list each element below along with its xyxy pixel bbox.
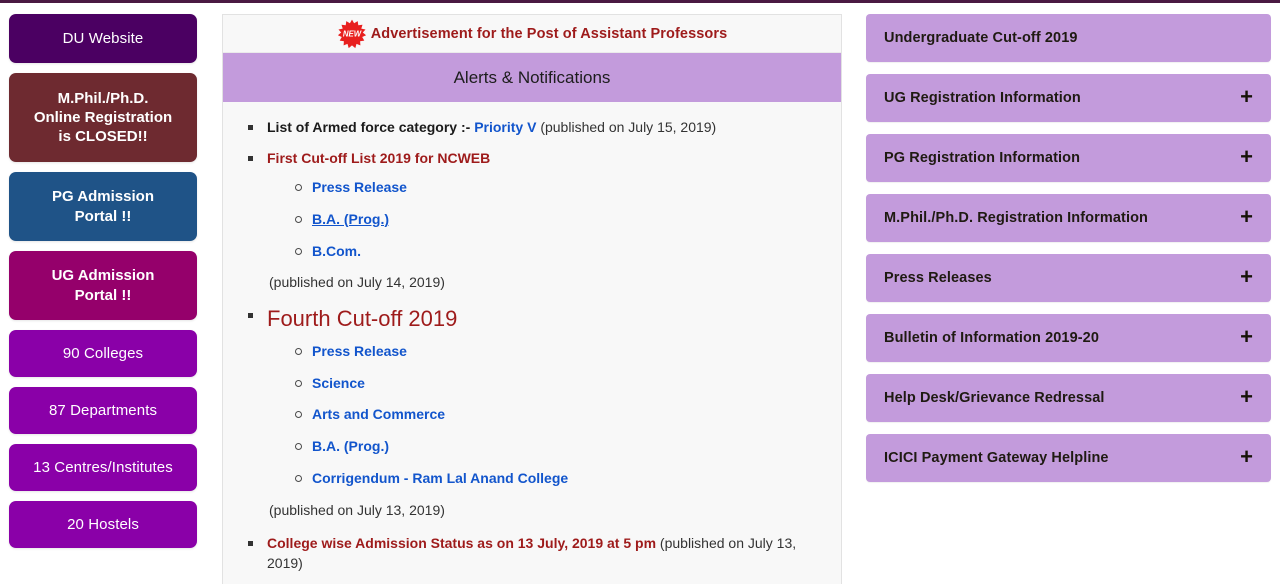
notification-armed-force-category: List of Armed force category :- Priority…	[245, 118, 819, 138]
notification-first-cutoff-ncweb: First Cut-off List 2019 for NCWEB Press R…	[245, 149, 819, 293]
sidebar-btn-90-colleges[interactable]: 90 Colleges	[9, 330, 197, 377]
accordion-item-label: UG Registration Information	[884, 90, 1240, 106]
notification-sublist: Press Release Science Arts and Commerce B.A…	[267, 342, 819, 489]
link-fourth-science[interactable]: Science	[312, 375, 365, 391]
notification-sublist-item: Press Release	[293, 178, 819, 198]
plus-icon[interactable]: +	[1240, 146, 1253, 168]
notification-sublist: Press Release B.A. (Prog.) B.Com.	[267, 178, 819, 262]
sidebar-btn-mphil-phd-registration[interactable]: M.Phil./Ph.D. Online Registration is CLO…	[9, 73, 197, 162]
plus-icon[interactable]: +	[1240, 326, 1253, 348]
notification-text: College wise Admission Status as on 13 J…	[267, 535, 656, 551]
accordion-mphil-phd-registration-information[interactable]: M.Phil./Ph.D. Registration Information+	[866, 194, 1271, 242]
notification-fourth-cutoff-2019: Fourth Cut-off 2019 Press Release Science A…	[245, 306, 819, 521]
notification-published-note: (published on July 13, 2019)	[269, 501, 819, 521]
accordion-item-label: M.Phil./Ph.D. Registration Information	[884, 210, 1240, 226]
sidebar-btn-label: UG Admission Portal !!	[15, 266, 191, 304]
plus-icon[interactable]: +	[1240, 266, 1253, 288]
right-accordion-panel: Undergraduate Cut-off 2019+UG Registrati…	[866, 14, 1271, 494]
link-fourth-press-release[interactable]: Press Release	[312, 343, 407, 359]
accordion-bulletin-of-information[interactable]: Bulletin of Information 2019-20+	[866, 314, 1271, 362]
notifications-container: List of Armed force category :- Priority…	[223, 102, 841, 584]
accordion-item-label: Press Releases	[884, 270, 1240, 286]
sidebar-btn-du-website[interactable]: DU Website	[9, 14, 197, 63]
accordion-item-label: Help Desk/Grievance Redressal	[884, 390, 1240, 406]
notification-heading: Fourth Cut-off 2019	[267, 306, 457, 332]
alerts-panel: NEW Advertisement for the Post of Assist…	[222, 14, 842, 584]
alerts-notifications-header: Alerts & Notifications	[223, 53, 841, 102]
accordion-item-label: PG Registration Information	[884, 150, 1240, 166]
notifications-list: List of Armed force category :- Priority…	[245, 118, 819, 584]
link-ncweb-bcom[interactable]: B.Com.	[312, 243, 361, 259]
advertisement-text: Advertisement for the Post of Assistant …	[371, 26, 728, 42]
new-starburst-icon: NEW	[337, 19, 367, 49]
notification-sublist-item: Press Release	[293, 342, 819, 362]
link-ncweb-press-release[interactable]: Press Release	[312, 179, 407, 195]
notification-sublist-item: Science	[293, 374, 819, 394]
sidebar-btn-ug-admission-portal[interactable]: UG Admission Portal !!	[9, 251, 197, 320]
sidebar-btn-pg-admission-portal[interactable]: PG Admission Portal !!	[9, 172, 197, 241]
plus-icon[interactable]: +	[1240, 446, 1253, 468]
accordion-press-releases[interactable]: Press Releases+	[866, 254, 1271, 302]
notification-sublist-item: Arts and Commerce	[293, 405, 819, 425]
notification-text: (published on July 15, 2019)	[536, 119, 716, 135]
notification-heading: First Cut-off List 2019 for NCWEB	[267, 150, 490, 166]
plus-icon[interactable]: +	[1240, 86, 1253, 108]
sidebar-btn-label: 13 Centres/Institutes	[15, 458, 191, 477]
sidebar-btn-label: PG Admission Portal !!	[15, 187, 191, 225]
notification-text: List of Armed force category :-	[267, 119, 474, 135]
accordion-help-desk-grievance-redressal[interactable]: Help Desk/Grievance Redressal+	[866, 374, 1271, 422]
alerts-notifications-title: Alerts & Notifications	[454, 68, 611, 88]
link-fourth-arts-commerce[interactable]: Arts and Commerce	[312, 406, 445, 422]
advertisement-banner[interactable]: NEW Advertisement for the Post of Assist…	[223, 15, 841, 53]
sidebar-btn-13-centres-institutes[interactable]: 13 Centres/Institutes	[9, 444, 197, 491]
accordion-item-label: Undergraduate Cut-off 2019	[884, 30, 1240, 46]
new-badge-text: NEW	[343, 29, 362, 38]
accordion-icici-payment-gateway-helpline[interactable]: ICICI Payment Gateway Helpline+	[866, 434, 1271, 482]
link-fourth-corrigendum-rlac[interactable]: Corrigendum - Ram Lal Anand College	[312, 470, 568, 486]
link-ncweb-ba-prog[interactable]: B.A. (Prog.)	[312, 211, 389, 227]
accordion-item-label: Bulletin of Information 2019-20	[884, 330, 1240, 346]
plus-icon[interactable]: +	[1240, 206, 1253, 228]
link-fourth-ba-prog[interactable]: B.A. (Prog.)	[312, 438, 389, 454]
notification-published-note: (published on July 14, 2019)	[269, 273, 819, 293]
sidebar-btn-label: 90 Colleges	[15, 344, 191, 363]
accordion-ug-registration-information[interactable]: UG Registration Information+	[866, 74, 1271, 122]
notification-sublist-item: B.A. (Prog.)	[293, 210, 819, 230]
plus-icon[interactable]: +	[1240, 386, 1253, 408]
sidebar-btn-label: 20 Hostels	[15, 515, 191, 534]
notification-college-wise-admission-status: College wise Admission Status as on 13 J…	[245, 534, 819, 574]
accordion-item-label: ICICI Payment Gateway Helpline	[884, 450, 1240, 466]
sidebar-btn-label: 87 Departments	[15, 401, 191, 420]
notification-sublist-item: Corrigendum - Ram Lal Anand College	[293, 469, 819, 489]
left-sidebar: DU Website M.Phil./Ph.D. Online Registrat…	[9, 14, 197, 558]
page-body: DU Website M.Phil./Ph.D. Online Registrat…	[0, 3, 1280, 581]
notification-sublist-item: B.A. (Prog.)	[293, 437, 819, 457]
sidebar-btn-20-hostels[interactable]: 20 Hostels	[9, 501, 197, 548]
sidebar-btn-label: DU Website	[15, 29, 191, 48]
notification-sublist-item: B.Com.	[293, 242, 819, 262]
accordion-pg-registration-information[interactable]: PG Registration Information+	[866, 134, 1271, 182]
notification-link[interactable]: Priority V	[474, 119, 536, 135]
sidebar-btn-label: M.Phil./Ph.D. Online Registration is CLO…	[15, 89, 191, 147]
sidebar-btn-87-departments[interactable]: 87 Departments	[9, 387, 197, 434]
accordion-undergraduate-cutoff-2019[interactable]: Undergraduate Cut-off 2019+	[866, 14, 1271, 62]
